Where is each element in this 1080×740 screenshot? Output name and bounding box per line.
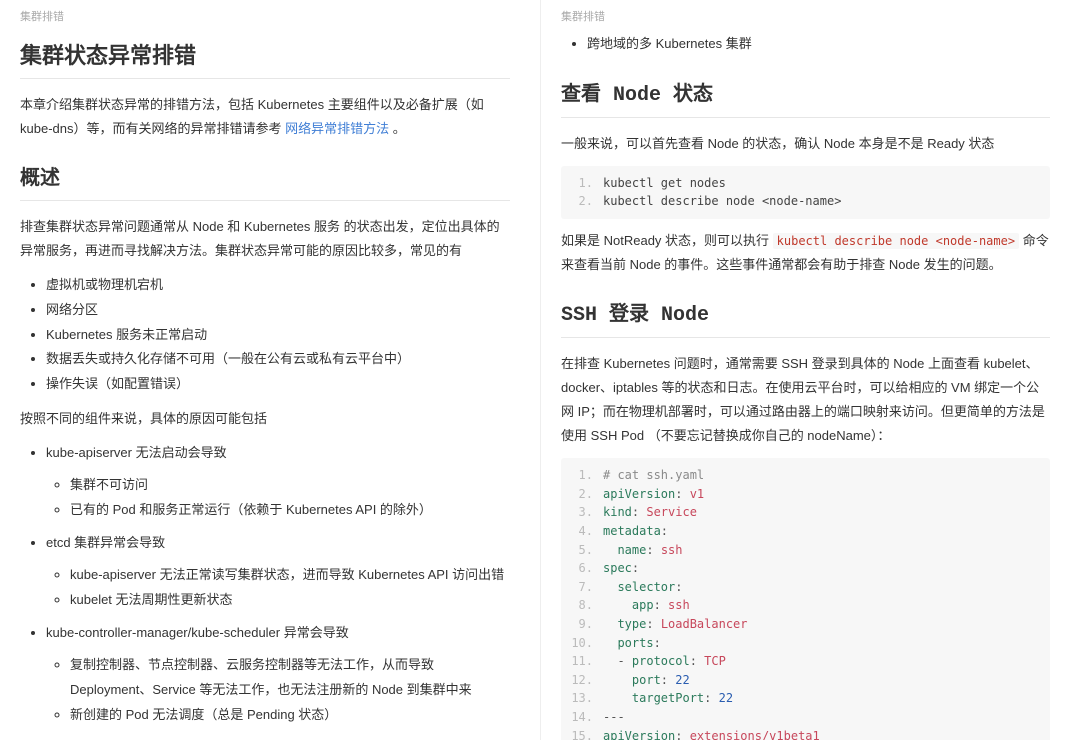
code-line: 8. app: ssh	[565, 596, 1046, 615]
sub-list: 复制控制器、节点控制器、云服务控制器等无法工作，从而导致 Deployment、…	[46, 653, 510, 727]
network-troubleshoot-link[interactable]: 网络异常排错方法	[285, 121, 389, 136]
intro-bullet-list: 跨地域的多 Kubernetes 集群	[561, 32, 1050, 57]
code-text: kubectl get nodes	[603, 174, 726, 193]
left-column: 集群排错 集群状态异常排错 本章介绍集群状态异常的排错方法，包括 Kuberne…	[0, 0, 540, 740]
line-number: 7.	[565, 578, 603, 597]
view-node-heading: 查看 Node 状态	[561, 77, 1050, 107]
code-text: ---	[603, 708, 625, 727]
list-item: 集群不可访问	[70, 473, 510, 498]
page-title: 集群状态异常排错	[20, 38, 510, 70]
code-line: 11. - protocol: TCP	[565, 652, 1046, 671]
code-line: 6.spec:	[565, 559, 1046, 578]
code-text: apiVersion: v1	[603, 485, 704, 504]
divider	[561, 337, 1050, 338]
line-number: 1.	[565, 466, 603, 485]
line-number: 12.	[565, 671, 603, 690]
list-item: 网络分区	[46, 298, 510, 323]
line-number: 8.	[565, 596, 603, 615]
line-number: 3.	[565, 503, 603, 522]
line-number: 2.	[565, 485, 603, 504]
list-item: Kubernetes 服务未正常启动	[46, 323, 510, 348]
text: 如果是 NotReady 状态，则可以执行	[561, 233, 773, 248]
code-text: targetPort: 22	[603, 689, 733, 708]
code-line: 3.kind: Service	[565, 503, 1046, 522]
ssh-heading: SSH 登录 Node	[561, 297, 1050, 327]
list-item: Node 本身宕机或者 Kubelet 无法启动会导致Node 上面的 Pod …	[46, 736, 510, 740]
breadcrumb: 集群排错	[20, 8, 510, 24]
line-number: 5.	[565, 541, 603, 560]
line-number: 15.	[565, 727, 603, 740]
divider	[561, 117, 1050, 118]
code-text: - protocol: TCP	[603, 652, 726, 671]
list-item: 已有的 Pod 和服务正常运行（依赖于 Kubernetes API 的除外）	[70, 498, 510, 523]
code-line: 1.kubectl get nodes	[565, 174, 1046, 193]
line-number: 9.	[565, 615, 603, 634]
code-line: 7. selector:	[565, 578, 1046, 597]
right-column: 集群排错 跨地域的多 Kubernetes 集群 查看 Node 状态 一般来说…	[540, 0, 1080, 740]
code-line: 14.---	[565, 708, 1046, 727]
code-text: # cat ssh.yaml	[603, 466, 704, 485]
code-line: 9. type: LoadBalancer	[565, 615, 1046, 634]
reason-list: 虚拟机或物理机宕机网络分区Kubernetes 服务未正常启动数据丢失或持久化存…	[20, 273, 510, 396]
list-item: 跨地域的多 Kubernetes 集群	[587, 32, 1050, 57]
line-number: 6.	[565, 559, 603, 578]
code-line: 12. port: 22	[565, 671, 1046, 690]
list-item: kube-controller-manager/kube-scheduler 异…	[46, 621, 510, 728]
list-item: kube-apiserver 无法正常读写集群状态，进而导致 Kubernete…	[70, 563, 510, 588]
intro-suffix: 。	[393, 121, 406, 136]
list-item: kubelet 无法周期性更新状态	[70, 588, 510, 613]
line-number: 10.	[565, 634, 603, 653]
code-line: 13. targetPort: 22	[565, 689, 1046, 708]
breadcrumb: 集群排错	[561, 8, 1050, 24]
code-text: ports:	[603, 634, 661, 653]
line-number: 13.	[565, 689, 603, 708]
ssh-paragraph: 在排查 Kubernetes 问题时，通常需要 SSH 登录到具体的 Node …	[561, 352, 1050, 448]
line-number: 1.	[565, 174, 603, 193]
code-text: spec:	[603, 559, 639, 578]
code-text: metadata:	[603, 522, 668, 541]
list-item: kube-apiserver 无法启动会导致集群不可访问已有的 Pod 和服务正…	[46, 441, 510, 523]
code-line: 10. ports:	[565, 634, 1046, 653]
code-text: type: LoadBalancer	[603, 615, 748, 634]
code-line: 15.apiVersion: extensions/v1beta1	[565, 727, 1046, 740]
overview-heading: 概述	[20, 161, 510, 190]
code-block-kubectl: 1.kubectl get nodes2.kubectl describe no…	[561, 166, 1050, 219]
overview-paragraph: 排查集群状态异常问题通常从 Node 和 Kubernetes 服务 的状态出发…	[20, 215, 510, 263]
sub-list: kube-apiserver 无法正常读写集群状态，进而导致 Kubernete…	[46, 563, 510, 612]
code-line: 2.kubectl describe node <node-name>	[565, 192, 1046, 211]
code-text: name: ssh	[603, 541, 683, 560]
code-text: kubectl describe node <node-name>	[603, 192, 841, 211]
list-item: 复制控制器、节点控制器、云服务控制器等无法工作，从而导致 Deployment、…	[70, 653, 510, 702]
code-text: port: 22	[603, 671, 690, 690]
line-number: 2.	[565, 192, 603, 211]
list-item: 新创建的 Pod 无法调度（总是 Pending 状态）	[70, 703, 510, 728]
node-paragraph: 一般来说，可以首先查看 Node 的状态，确认 Node 本身是不是 Ready…	[561, 132, 1050, 156]
line-number: 4.	[565, 522, 603, 541]
component-list: kube-apiserver 无法启动会导致集群不可访问已有的 Pod 和服务正…	[20, 441, 510, 740]
sub-list: 集群不可访问已有的 Pod 和服务正常运行（依赖于 Kubernetes API…	[46, 473, 510, 522]
line-number: 14.	[565, 708, 603, 727]
list-item: 数据丢失或持久化存储不可用（一般在公有云或私有云平台中）	[46, 347, 510, 372]
code-text: kind: Service	[603, 503, 697, 522]
code-text: app: ssh	[603, 596, 690, 615]
inline-command: kubectl describe node <node-name>	[773, 233, 1019, 249]
divider	[20, 78, 510, 79]
intro-text: 本章介绍集群状态异常的排错方法，包括 Kubernetes 主要组件以及必备扩展…	[20, 97, 484, 136]
list-item: 虚拟机或物理机宕机	[46, 273, 510, 298]
intro-paragraph: 本章介绍集群状态异常的排错方法，包括 Kubernetes 主要组件以及必备扩展…	[20, 93, 510, 141]
line-number: 11.	[565, 652, 603, 671]
code-text: selector:	[603, 578, 682, 597]
code-text: apiVersion: extensions/v1beta1	[603, 727, 820, 740]
divider	[20, 200, 510, 201]
by-component-paragraph: 按照不同的组件来说，具体的原因可能包括	[20, 407, 510, 431]
code-block-yaml: 1.# cat ssh.yaml2.apiVersion: v13.kind: …	[561, 458, 1050, 740]
code-line: 5. name: ssh	[565, 541, 1046, 560]
code-line: 1.# cat ssh.yaml	[565, 466, 1046, 485]
notready-paragraph: 如果是 NotReady 状态，则可以执行 kubectl describe n…	[561, 229, 1050, 277]
code-line: 4.metadata:	[565, 522, 1046, 541]
list-item: 操作失误（如配置错误）	[46, 372, 510, 397]
list-item: etcd 集群异常会导致kube-apiserver 无法正常读写集群状态，进而…	[46, 531, 510, 613]
code-line: 2.apiVersion: v1	[565, 485, 1046, 504]
